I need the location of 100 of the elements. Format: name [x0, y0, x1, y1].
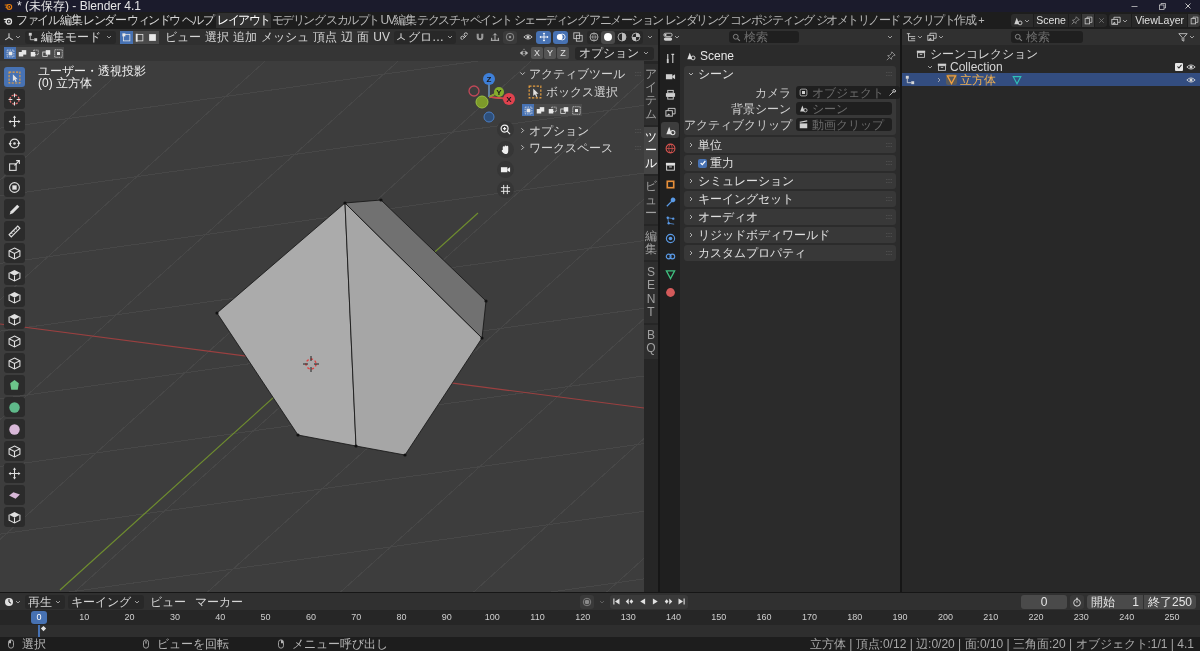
- menu-item[interactable]: マーカー: [192, 594, 246, 609]
- frame-number: 160: [755, 611, 773, 623]
- mode-dropdown[interactable]: 編集モード: [25, 30, 117, 44]
- menu-item[interactable]: メッシュ: [259, 30, 312, 44]
- frame-number: 90: [440, 611, 453, 623]
- workspace-tab[interactable]: ジオメトリノード: [814, 13, 901, 28]
- context-label: Scene: [700, 50, 736, 62]
- tree-item[interactable]: Collection: [950, 60, 1172, 73]
- frame-number: 110: [529, 611, 546, 623]
- workspace-tab[interactable]: シェーディング: [512, 13, 589, 28]
- section-title[interactable]: オプション: [529, 124, 632, 137]
- view-layer-field[interactable]: ViewLayer: [1132, 14, 1187, 27]
- axis-toggle[interactable]: Z: [557, 47, 569, 59]
- menu-item[interactable]: ビュー: [147, 594, 189, 609]
- axis-label: Y: [495, 87, 503, 97]
- options-dropdown[interactable]: オプション: [575, 46, 654, 60]
- menu-item[interactable]: 頂点: [311, 30, 340, 44]
- frame-number: 40: [214, 611, 227, 623]
- tree-item[interactable]: シーンコレクション: [930, 47, 1038, 60]
- panel-title[interactable]: キーイングセット: [698, 193, 882, 205]
- tool-name: ボックス選択: [546, 86, 618, 98]
- object-label: (0) 立方体: [38, 77, 93, 89]
- scene-statistics: 立方体 | 頂点:0/12 | 辺:0/20 | 面:0/10 | 三角面:20 | オブジェクト:1/1 | 4.1: [809, 638, 1194, 650]
- playhead-marker[interactable]: 0: [31, 611, 47, 624]
- frame-number: 80: [395, 611, 408, 623]
- frame-number: 230: [1072, 611, 1090, 623]
- sidebar-tab[interactable]: アイテム: [644, 64, 658, 125]
- menu-item[interactable]: レンダー: [82, 12, 126, 29]
- end-frame-field[interactable]: 終了250: [1144, 594, 1196, 609]
- frame-number: 250: [1163, 611, 1181, 623]
- sidebar-tab[interactable]: 編集: [644, 225, 658, 261]
- frame-number: 220: [1027, 611, 1045, 623]
- workspace-tab[interactable]: レンダリング: [663, 13, 729, 28]
- field-label: 背景シーン: [730, 102, 792, 115]
- frame-number: 120: [574, 611, 592, 623]
- view-title: ユーザー・透視投影: [38, 65, 146, 77]
- panel-title[interactable]: 単位: [698, 139, 882, 151]
- menu-item[interactable]: ビュー: [163, 30, 204, 44]
- menu-item[interactable]: ウィンドウ: [126, 12, 181, 29]
- start-frame-field[interactable]: 開始 1: [1087, 594, 1143, 609]
- sidebar-tab[interactable]: ビュー: [644, 176, 658, 224]
- frame-number: 100: [483, 611, 501, 623]
- menu-item[interactable]: ファイル: [15, 12, 59, 29]
- panel-title[interactable]: シミュレーション: [698, 175, 882, 187]
- axis-label: X: [505, 94, 513, 104]
- section-title[interactable]: アクティブツール: [529, 67, 632, 80]
- sidebar-tab[interactable]: SENT: [644, 262, 658, 323]
- workspace-tab[interactable]: スクリプト作成: [900, 13, 977, 28]
- menu-item[interactable]: 面: [355, 30, 372, 44]
- workspace-tab[interactable]: テクスチャペイント: [416, 13, 513, 28]
- field-label: アクティブクリップ: [684, 118, 794, 131]
- menu-item[interactable]: 選択: [203, 30, 232, 44]
- frame-number: 130: [619, 611, 637, 623]
- hint-label: ビューを回転: [157, 638, 229, 650]
- current-frame-field[interactable]: 0: [1021, 594, 1067, 609]
- scene-field[interactable]: Scene: [1034, 14, 1069, 27]
- panel-title[interactable]: カスタムプロパティ: [698, 247, 882, 259]
- axis-label: Z: [485, 74, 493, 84]
- menu-item[interactable]: ヘルプ: [180, 12, 214, 29]
- frame-number: 190: [891, 611, 909, 623]
- field-label: カメラ: [754, 86, 792, 99]
- frame-number: 200: [936, 611, 954, 623]
- frame-number: 20: [123, 611, 136, 623]
- menu-item[interactable]: 辺: [339, 30, 356, 44]
- frame-number: 10: [78, 611, 91, 623]
- frame-number: 30: [168, 611, 181, 623]
- frame-number: 50: [259, 611, 272, 623]
- orientation-dropdown[interactable]: グロ…: [394, 30, 456, 44]
- frame-number: 240: [1118, 611, 1136, 623]
- hint-label: 選択: [22, 638, 46, 650]
- tree-item[interactable]: 立方体: [960, 73, 996, 86]
- frame-number: 170: [800, 611, 818, 623]
- axis-toggle[interactable]: X: [531, 47, 543, 59]
- panel-title[interactable]: シーン: [698, 68, 882, 80]
- panel-title[interactable]: 重力: [710, 157, 882, 169]
- menu-item[interactable]: UV: [371, 30, 392, 44]
- sidebar-tab[interactable]: BQ: [644, 325, 658, 360]
- menu-item[interactable]: 再生: [25, 594, 65, 609]
- workspace-tab[interactable]: コンポジティング: [728, 13, 815, 28]
- workspace-tab[interactable]: レイアウト: [216, 13, 271, 28]
- menu-item[interactable]: 編集: [59, 12, 82, 29]
- tree-row[interactable]: 立方体: [902, 73, 1200, 86]
- panel-title[interactable]: リジッドボディワールド: [698, 229, 882, 241]
- frame-number: 210: [982, 611, 1000, 623]
- section-title[interactable]: ワークスペース: [529, 141, 632, 154]
- frame-number: 70: [350, 611, 363, 623]
- sidebar-tab[interactable]: ツール: [644, 126, 658, 175]
- workspace-tab[interactable]: スカルプト: [325, 13, 380, 28]
- frame-number: 140: [664, 611, 682, 623]
- workspace-tab[interactable]: アニメーション: [588, 13, 664, 28]
- axis-toggle[interactable]: Y: [544, 47, 556, 59]
- add-workspace-button[interactable]: +: [976, 13, 986, 28]
- panel-title[interactable]: オーディオ: [698, 211, 882, 223]
- menu-item[interactable]: キーイング: [68, 594, 144, 609]
- frame-number: 60: [304, 611, 317, 623]
- hint-label: メニュー呼び出し: [292, 638, 388, 650]
- menu-item[interactable]: 追加: [231, 30, 260, 44]
- workspace-tab[interactable]: モデリング: [270, 13, 325, 28]
- frame-number: 150: [710, 611, 728, 623]
- workspace-tab[interactable]: UV編集: [379, 13, 417, 28]
